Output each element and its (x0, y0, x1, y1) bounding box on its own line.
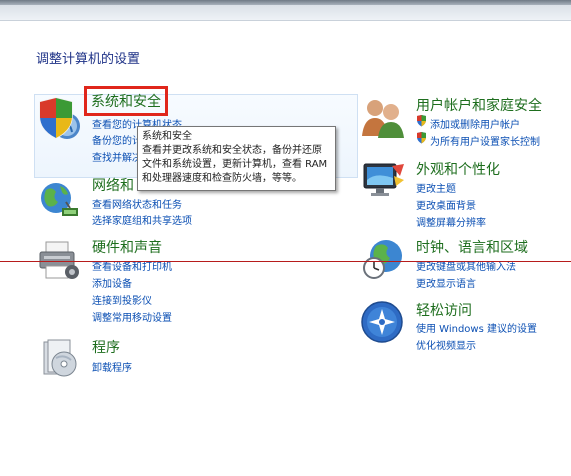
link-add-device[interactable]: 添加设备 (92, 275, 132, 290)
link-change-desktop-background[interactable]: 更改桌面背景 (416, 197, 476, 212)
tooltip-body: 查看并更改系统和安全状态，备份并还原文件和系统设置，更新计算机，查看 RAM 和… (142, 145, 328, 184)
category-hardware-sound-link[interactable]: 硬件和声音 (92, 237, 162, 257)
link-optimize-display[interactable]: 优化视频显示 (416, 337, 476, 352)
printer-icon[interactable] (36, 238, 82, 282)
link-homegroup-sharing[interactable]: 选择家庭组和共享选项 (92, 212, 192, 227)
annotation-red-line (0, 261, 571, 262)
ease-of-access-icon[interactable] (360, 300, 404, 344)
link-connect-projector[interactable]: 连接到投影仪 (92, 292, 152, 307)
uac-shield-icon (417, 132, 426, 144)
network-globe-icon[interactable] (38, 178, 82, 222)
clock-globe-icon[interactable] (362, 236, 406, 282)
link-parental-controls[interactable]: 为所有用户设置家长控制 (430, 133, 540, 148)
system-security-shield-icon[interactable] (36, 96, 82, 142)
link-windows-recommended-settings[interactable]: 使用 Windows 建议的设置 (416, 320, 537, 335)
link-network-status[interactable]: 查看网络状态和任务 (92, 196, 182, 211)
category-programs-link[interactable]: 程序 (92, 337, 120, 357)
category-ease-of-access-link[interactable]: 轻松访问 (416, 300, 472, 320)
link-add-remove-users[interactable]: 添加或删除用户帐户 (430, 116, 520, 131)
user-accounts-icon[interactable] (360, 96, 406, 140)
category-appearance-link[interactable]: 外观和个性化 (416, 159, 500, 179)
appearance-monitor-icon[interactable] (362, 160, 406, 200)
link-change-display-language[interactable]: 更改显示语言 (416, 275, 476, 290)
programs-disc-box-icon[interactable] (38, 336, 80, 380)
category-user-accounts-link[interactable]: 用户帐户和家庭安全 (416, 95, 542, 115)
category-system-security-link[interactable]: 系统和安全 (84, 86, 168, 116)
link-screen-resolution[interactable]: 调整屏幕分辨率 (416, 214, 486, 229)
link-change-theme[interactable]: 更改主题 (416, 180, 456, 195)
link-uninstall-program[interactable]: 卸载程序 (92, 359, 132, 374)
window-top-bar (0, 0, 571, 21)
uac-shield-icon (417, 115, 426, 127)
tooltip-title: 系统和安全 (142, 131, 192, 142)
category-clock-language-link[interactable]: 时钟、语言和区域 (416, 237, 528, 257)
page-title: 调整计算机的设置 (36, 52, 141, 67)
window-frame-edge (0, 0, 571, 5)
link-mobility-settings[interactable]: 调整常用移动设置 (92, 309, 172, 324)
system-security-tooltip: 系统和安全 查看并更改系统和安全状态，备份并还原文件和系统设置，更新计算机，查看… (137, 126, 336, 191)
